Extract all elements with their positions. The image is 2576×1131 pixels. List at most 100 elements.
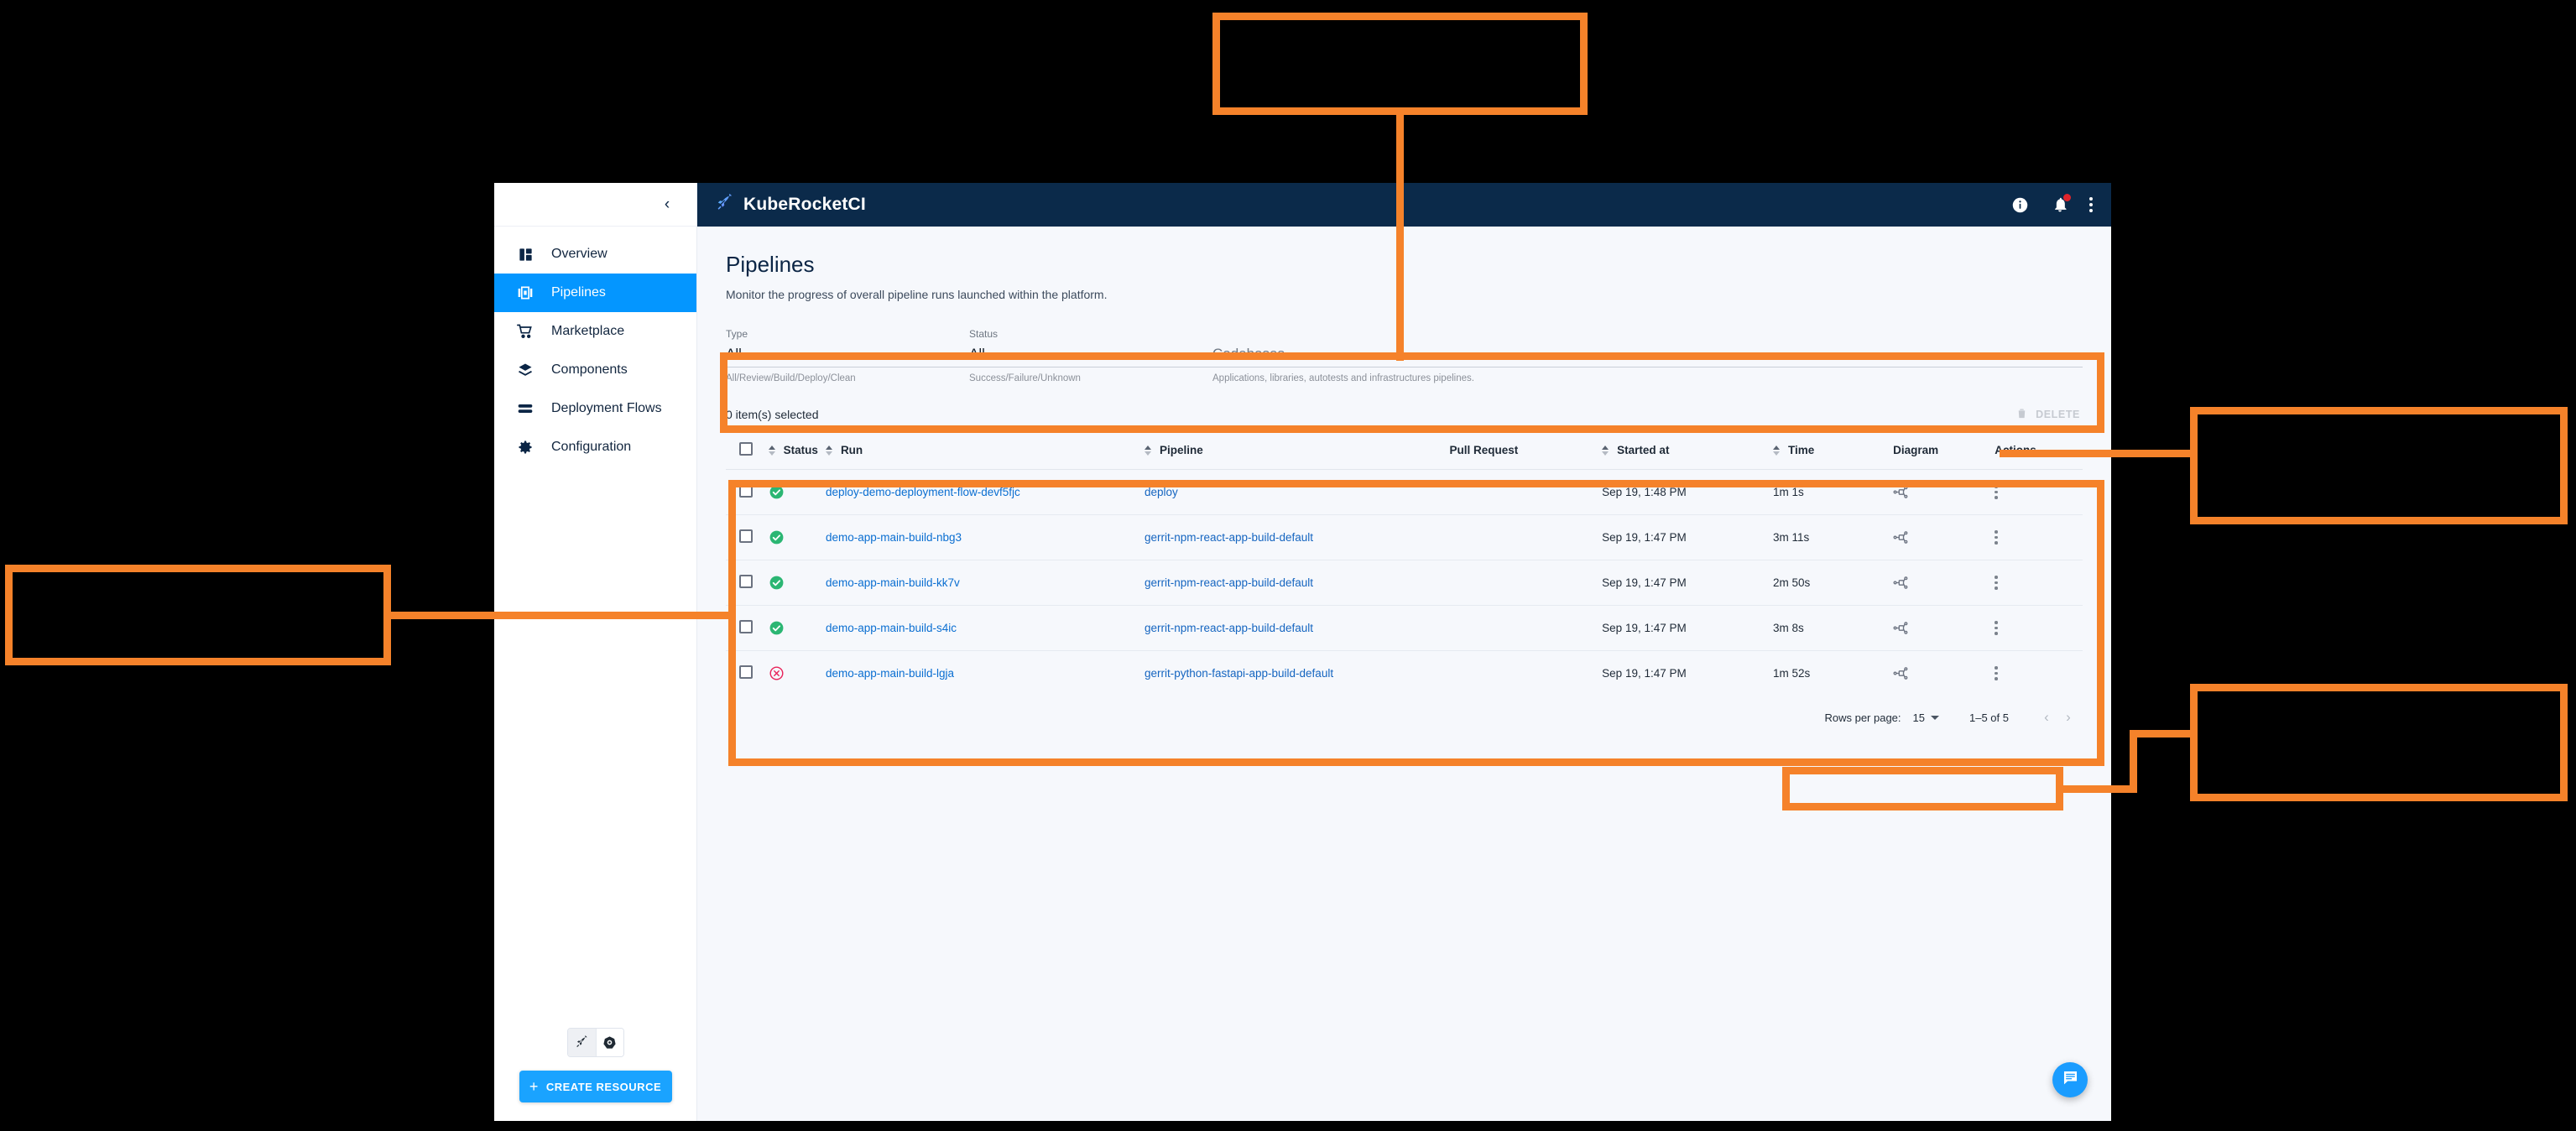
sidebar-item-components[interactable]: Components [494, 351, 696, 389]
sidebar-item-label: Configuration [551, 440, 632, 454]
kebab-menu-icon[interactable] [1995, 485, 1998, 499]
kebab-menu-icon[interactable] [1995, 576, 1998, 590]
table-row[interactable]: demo-app-main-build-kk7v gerrit-npm-reac… [726, 560, 2083, 606]
pipeline-link[interactable]: gerrit-npm-react-app-build-default [1145, 622, 1313, 634]
sort-icon[interactable] [1602, 445, 1609, 456]
pipeline-link[interactable]: gerrit-npm-react-app-build-default [1145, 531, 1313, 544]
table-row[interactable]: deploy-demo-deployment-flow-devf5fjc dep… [726, 469, 2083, 515]
th-run[interactable]: Run [825, 432, 1145, 470]
kebab-menu-icon[interactable] [1995, 530, 1998, 545]
sidebar-item-configuration[interactable]: Configuration [494, 428, 696, 466]
filter-codebases-input[interactable]: Codebases [1212, 346, 2083, 367]
pipeline-link[interactable]: deploy [1145, 486, 1178, 498]
chevron-down-icon[interactable] [941, 353, 951, 358]
diagram-icon[interactable] [1893, 620, 1995, 636]
row-checkbox[interactable] [739, 620, 753, 633]
diagram-icon[interactable] [1893, 529, 1995, 545]
row-checkbox[interactable] [739, 575, 753, 588]
bell-icon[interactable] [2049, 194, 2071, 216]
brand[interactable]: KubeRocketCI [716, 193, 866, 216]
chat-fab-button[interactable] [2052, 1062, 2088, 1097]
diagram-icon[interactable] [1893, 575, 1995, 591]
check-circle-icon [769, 575, 826, 591]
sidebar-nav: Overview Pipelines Marketplace Component… [494, 227, 696, 466]
filter-type-select[interactable]: All [726, 346, 969, 367]
row-checkbox[interactable] [739, 665, 753, 679]
row-diagram-cell [1893, 560, 1995, 606]
run-link[interactable]: demo-app-main-build-kk7v [826, 576, 960, 589]
row-checkbox-cell [726, 651, 769, 696]
rows-per-page-value: 15 [1912, 711, 1925, 724]
diagram-icon[interactable] [1893, 665, 1995, 681]
th-actions: Actions [1995, 432, 2083, 470]
row-run-cell: demo-app-main-build-s4ic [825, 605, 1145, 651]
row-checkbox[interactable] [739, 529, 753, 543]
sidebar-item-deployment-flows[interactable]: Deployment Flows [494, 389, 696, 428]
chevron-left-icon[interactable]: ‹ [2036, 706, 2057, 728]
kebab-menu-icon[interactable] [1995, 621, 1998, 635]
pipeline-link[interactable]: gerrit-python-fastapi-app-build-default [1145, 667, 1333, 680]
filter-status-label: Status [969, 328, 999, 340]
run-link[interactable]: demo-app-main-build-s4ic [826, 622, 957, 634]
filter-type-value: All [726, 346, 742, 362]
pipeline-link[interactable]: gerrit-npm-react-app-build-default [1145, 576, 1313, 589]
th-status[interactable]: Status [768, 432, 826, 470]
chevron-right-icon[interactable]: › [2057, 706, 2079, 728]
sidebar-item-label: Components [551, 362, 628, 377]
table-row[interactable]: demo-app-main-build-lgja gerrit-python-f… [726, 651, 2083, 696]
filter-status-value: All [969, 346, 985, 362]
notification-badge [2063, 194, 2071, 201]
page-subtitle: Monitor the progress of overall pipeline… [726, 288, 1108, 301]
sidebar-item-overview[interactable]: Overview [494, 235, 696, 274]
row-status-cell [768, 514, 826, 560]
info-icon[interactable] [2009, 194, 2031, 216]
rows-per-page-select[interactable]: 15 [1913, 711, 1939, 724]
page-title: Pipelines [726, 252, 815, 277]
row-pull-request-cell [1449, 469, 1603, 515]
chevron-left-icon[interactable]: ‹ [656, 194, 678, 216]
check-circle-icon [769, 620, 826, 636]
row-diagram-cell [1893, 514, 1995, 560]
select-all-checkbox[interactable] [739, 442, 753, 456]
run-link[interactable]: demo-app-main-build-nbg3 [826, 531, 962, 544]
row-checkbox[interactable] [739, 484, 753, 498]
row-started-at-cell: Sep 19, 1:47 PM [1602, 560, 1773, 606]
filter-codebases-label [1212, 328, 2083, 340]
create-resource-button[interactable]: + CREATE RESOURCE [519, 1071, 672, 1102]
sort-icon[interactable] [1772, 445, 1780, 456]
sort-icon[interactable] [1144, 445, 1151, 456]
sort-icon[interactable] [768, 445, 775, 456]
sidebar-item-marketplace[interactable]: Marketplace [494, 312, 696, 351]
filter-status-select[interactable]: All [969, 346, 1212, 367]
row-time-cell: 1m 52s [1772, 667, 1811, 680]
mode-toggle [566, 1028, 624, 1057]
sidebar-header: ‹ [494, 183, 696, 227]
kebab-menu-icon[interactable] [2089, 197, 2093, 212]
row-checkbox-cell [726, 514, 769, 560]
row-pull-request-cell [1449, 514, 1603, 560]
table-row[interactable]: demo-app-main-build-nbg3 gerrit-npm-reac… [726, 514, 2083, 560]
top-bar: KubeRocketCI [697, 183, 2111, 227]
main-area: KubeRocketCI Pipelines Monitor the progr… [697, 183, 2111, 1121]
th-pipeline[interactable]: Pipeline [1144, 432, 1450, 470]
sidebar-item-pipelines[interactable]: Pipelines [494, 274, 696, 312]
run-link[interactable]: deploy-demo-deployment-flow-devf5fjc [826, 486, 1020, 498]
chevron-down-icon[interactable] [1184, 353, 1194, 358]
sort-icon[interactable] [825, 445, 832, 456]
th-time[interactable]: Time [1772, 432, 1894, 470]
krci-pen-icon[interactable] [567, 1029, 596, 1056]
topbar-actions [2009, 194, 2093, 216]
x-circle-icon [769, 665, 826, 681]
delete-button[interactable]: DELETE [2015, 407, 2083, 422]
table-row[interactable]: demo-app-main-build-s4ic gerrit-npm-reac… [726, 605, 2083, 651]
diagram-icon[interactable] [1893, 484, 1995, 500]
th-started-at[interactable]: Started at [1602, 432, 1773, 470]
kebab-menu-icon[interactable] [1995, 666, 1998, 680]
kubernetes-icon[interactable] [595, 1029, 623, 1056]
row-status-cell [769, 651, 826, 696]
page-content: Pipelines Monitor the progress of overal… [697, 227, 2111, 1121]
run-link[interactable]: demo-app-main-build-lgja [826, 667, 954, 680]
callout-box-topbar [1212, 13, 1588, 115]
check-circle-icon [769, 529, 826, 545]
filter-status: Status All Success/Failure/Unknown [969, 328, 1212, 383]
